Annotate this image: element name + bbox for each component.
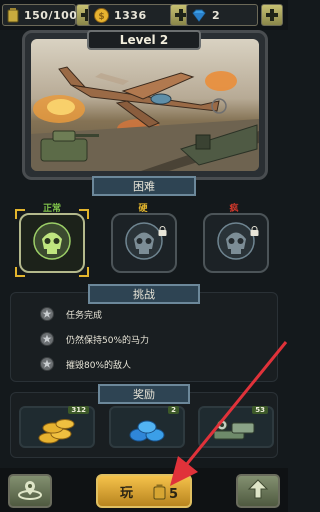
challenge-item: 仍然保持50%的马力 (40, 332, 149, 346)
star-badge-icon (40, 332, 54, 346)
level-select-screen: 150/100 $ 1336 2 Level 2 困难 正常 硬 疯 挑战 任务… (0, 0, 288, 512)
energy-value: 150/100 (24, 8, 78, 22)
play-label: 玩 (120, 485, 134, 501)
selection-corner (79, 209, 89, 219)
tutorial-arrow-icon (170, 341, 288, 486)
difficulty-header: 困难 (92, 176, 196, 196)
coins-stat: $ 1336 (88, 4, 174, 26)
map-pin-icon (17, 478, 43, 504)
challenge-header: 挑战 (88, 284, 200, 304)
svg-text:$: $ (98, 12, 104, 22)
gems-stat: 2 (186, 4, 258, 26)
difficulty-hard-button[interactable] (111, 213, 177, 273)
selection-corner (15, 209, 25, 219)
challenge-text: 仍然保持50%的马力 (66, 335, 150, 346)
star-badge-icon (40, 307, 54, 321)
difficulty-crazy-button[interactable] (203, 213, 269, 273)
selection-corner (79, 267, 89, 277)
lock-icon (250, 221, 259, 236)
level-title: Level 2 (87, 30, 201, 50)
level-preview-frame (22, 30, 268, 180)
reward-count: 312 (68, 406, 89, 414)
star-badge-icon (40, 357, 54, 371)
plus-icon (266, 9, 278, 21)
difficulty-normal-button[interactable] (15, 209, 89, 277)
challenge-text: 任务完成 (66, 310, 103, 321)
challenge-text: 摧毁80%的敌人 (66, 360, 132, 371)
fuel-icon (7, 7, 19, 23)
lock-icon (158, 221, 167, 236)
top-stats-bar: 150/100 $ 1336 2 (0, 0, 288, 30)
selection-corner (15, 267, 25, 277)
gold-coins-icon (35, 414, 79, 450)
reward-slot: 312 (19, 406, 95, 448)
challenge-item: 任务完成 (40, 307, 102, 321)
energy-stat: 150/100 (2, 4, 78, 26)
diamond-icon (191, 7, 207, 23)
challenge-item: 摧毁80%的敌人 (40, 357, 131, 371)
coins-value: 1336 (114, 8, 147, 22)
gems-value: 2 (212, 8, 221, 22)
level-preview-image (31, 39, 259, 171)
map-button[interactable] (8, 474, 52, 508)
skull-icon (32, 221, 72, 265)
add-gems-button[interactable] (261, 4, 283, 26)
coin-icon: $ (93, 7, 109, 23)
